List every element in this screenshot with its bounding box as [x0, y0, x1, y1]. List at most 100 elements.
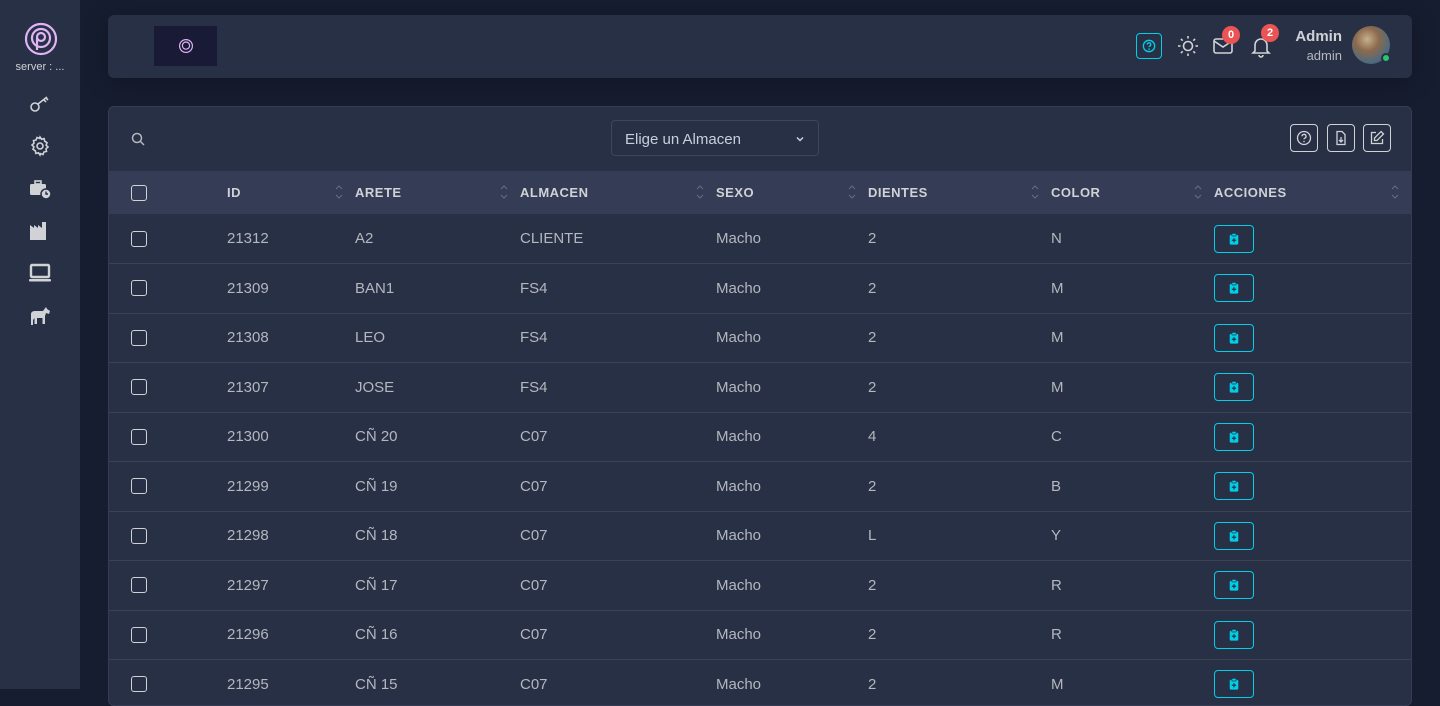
online-status-dot — [1381, 53, 1391, 63]
cell-almacen: C07 — [520, 561, 716, 611]
row-action-button[interactable] — [1214, 423, 1254, 451]
row-action-button[interactable] — [1214, 225, 1254, 253]
cell-id: 21308 — [227, 313, 355, 363]
row-checkbox[interactable] — [131, 429, 147, 445]
column-header-arete[interactable]: ARETE — [355, 171, 520, 214]
cell-sexo: Macho — [716, 313, 868, 363]
briefcase-clock-icon[interactable] — [28, 177, 52, 201]
brand-logo-icon[interactable] — [24, 22, 58, 56]
help-button[interactable] — [1136, 33, 1162, 59]
row-select-cell — [109, 412, 227, 462]
factory-icon[interactable] — [28, 219, 52, 243]
mail-count-badge: 0 — [1222, 26, 1240, 44]
gear-icon[interactable] — [28, 134, 52, 158]
row-checkbox[interactable] — [131, 577, 147, 593]
column-header-id[interactable]: ID — [227, 171, 355, 214]
cell-acciones — [1214, 313, 1411, 363]
help-circle-button[interactable] — [1290, 124, 1318, 152]
row-select-cell — [109, 313, 227, 363]
row-action-button[interactable] — [1214, 670, 1254, 698]
table-row[interactable]: 21300CÑ 20C07Macho4C — [109, 412, 1411, 462]
row-select-cell — [109, 511, 227, 561]
row-checkbox[interactable] — [131, 627, 147, 643]
table-row[interactable]: 21295CÑ 15C07Macho2M — [109, 660, 1411, 706]
row-checkbox[interactable] — [131, 280, 147, 296]
file-download-icon — [1333, 130, 1349, 146]
cell-arete: CÑ 15 — [355, 660, 520, 706]
column-header-sexo[interactable]: SEXO — [716, 171, 868, 214]
cell-dientes: L — [868, 511, 1051, 561]
table-row[interactable]: 21296CÑ 16C07Macho2R — [109, 610, 1411, 660]
row-select-cell — [109, 264, 227, 314]
edit-button[interactable] — [1363, 124, 1391, 152]
row-action-button[interactable] — [1214, 571, 1254, 599]
row-checkbox[interactable] — [131, 528, 147, 544]
laptop-icon[interactable] — [28, 261, 52, 285]
row-checkbox[interactable] — [131, 379, 147, 395]
almacen-select[interactable]: Elige un Almacen — [611, 120, 819, 156]
table-row[interactable]: 21307JOSEFS4Macho2M — [109, 363, 1411, 413]
sort-icon — [500, 183, 508, 201]
avatar[interactable] — [1352, 26, 1390, 64]
row-action-button[interactable] — [1214, 621, 1254, 649]
clipboard-plus-icon — [1228, 233, 1240, 245]
row-select-cell — [109, 462, 227, 512]
select-all-checkbox[interactable] — [131, 185, 147, 201]
cell-arete: CÑ 17 — [355, 561, 520, 611]
key-icon[interactable] — [28, 92, 52, 116]
row-checkbox[interactable] — [131, 478, 147, 494]
clipboard-plus-icon — [1228, 678, 1240, 690]
inventory-table: ID ARETE ALMACEN SEXO DIENTES COLOR ACCI… — [109, 171, 1411, 706]
search-icon[interactable] — [131, 132, 145, 146]
cell-acciones — [1214, 264, 1411, 314]
row-select-cell — [109, 660, 227, 706]
cell-arete: LEO — [355, 313, 520, 363]
cell-sexo: Macho — [716, 511, 868, 561]
cell-arete: A2 — [355, 214, 520, 264]
horse-icon[interactable] — [28, 304, 52, 328]
cell-dientes: 4 — [868, 412, 1051, 462]
navbar-logo[interactable] — [154, 26, 217, 66]
row-action-button[interactable] — [1214, 472, 1254, 500]
help-icon — [1142, 39, 1156, 53]
cell-color: Y — [1051, 511, 1214, 561]
cell-color: M — [1051, 313, 1214, 363]
cell-color: C — [1051, 412, 1214, 462]
row-checkbox[interactable] — [131, 330, 147, 346]
select-all-cell — [109, 171, 227, 214]
cell-color: B — [1051, 462, 1214, 512]
cell-sexo: Macho — [716, 660, 868, 706]
question-icon — [1296, 130, 1312, 146]
table-row[interactable]: 21299CÑ 19C07Macho2B — [109, 462, 1411, 512]
row-action-button[interactable] — [1214, 522, 1254, 550]
edit-icon — [1369, 130, 1385, 146]
cell-dientes: 2 — [868, 561, 1051, 611]
table-row[interactable]: 21297CÑ 17C07Macho2R — [109, 561, 1411, 611]
cell-color: N — [1051, 214, 1214, 264]
row-checkbox[interactable] — [131, 676, 147, 692]
sort-icon — [696, 183, 704, 201]
theme-toggle-sun-icon[interactable] — [1176, 34, 1200, 58]
cell-id: 21297 — [227, 561, 355, 611]
table-row[interactable]: 21298CÑ 18C07MachoLY — [109, 511, 1411, 561]
row-checkbox[interactable] — [131, 231, 147, 247]
cell-acciones — [1214, 561, 1411, 611]
table-row[interactable]: 21312A2CLIENTEMacho2N — [109, 214, 1411, 264]
export-file-button[interactable] — [1327, 124, 1355, 152]
cell-acciones — [1214, 660, 1411, 706]
column-header-almacen[interactable]: ALMACEN — [520, 171, 716, 214]
cell-almacen: C07 — [520, 660, 716, 706]
table-row[interactable]: 21309BAN1FS4Macho2M — [109, 264, 1411, 314]
row-action-button[interactable] — [1214, 324, 1254, 352]
user-name[interactable]: Admin — [1295, 28, 1342, 45]
column-header-dientes[interactable]: DIENTES — [868, 171, 1051, 214]
cell-dientes: 2 — [868, 313, 1051, 363]
cell-almacen: C07 — [520, 462, 716, 512]
column-header-color[interactable]: COLOR — [1051, 171, 1214, 214]
top-navbar: 0 2 Admin admin — [108, 15, 1412, 78]
row-action-button[interactable] — [1214, 373, 1254, 401]
table-row[interactable]: 21308LEOFS4Macho2M — [109, 313, 1411, 363]
column-header-acciones[interactable]: ACCIONES — [1214, 171, 1411, 214]
row-action-button[interactable] — [1214, 274, 1254, 302]
cell-id: 21295 — [227, 660, 355, 706]
